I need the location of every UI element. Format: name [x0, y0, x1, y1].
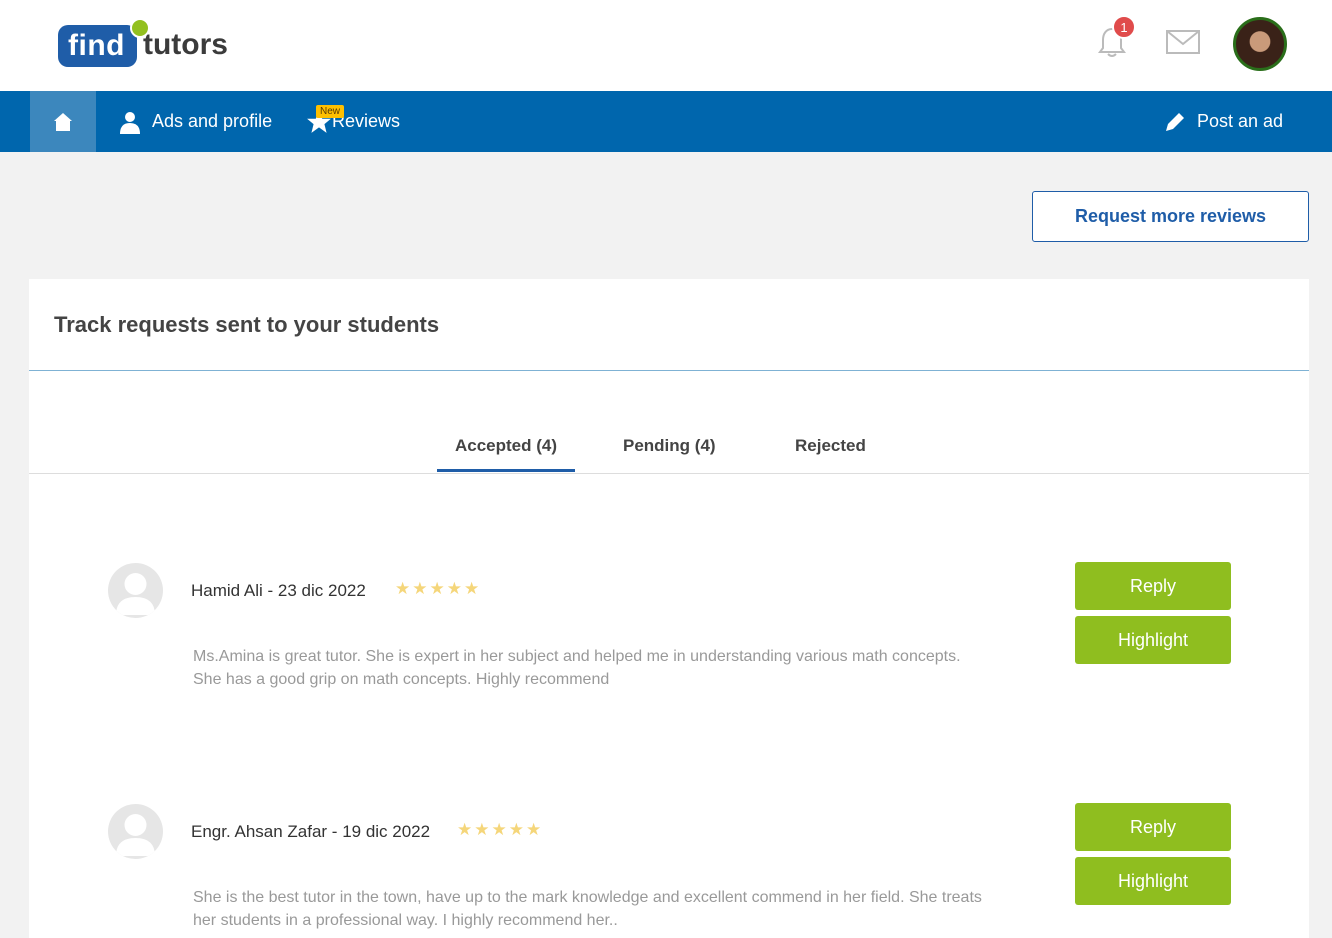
review-text: She is the best tutor in the town, have …	[193, 889, 982, 929]
review-text: Ms.Amina is great tutor. She is expert i…	[193, 648, 961, 688]
person-icon	[120, 111, 140, 134]
reply-button[interactable]: Reply	[1075, 562, 1231, 610]
highlight-button[interactable]: Highlight	[1075, 616, 1231, 664]
post-ad-button[interactable]: Post an ad	[1163, 91, 1283, 152]
track-requests-card: Track requests sent to your students Acc…	[29, 279, 1309, 938]
highlight-button[interactable]: Highlight	[1075, 857, 1231, 905]
nav-home[interactable]	[30, 91, 96, 152]
review-item: Hamid Ali - 23 dic 2022 ★★★★★ Ms.Amina i…	[29, 562, 1309, 723]
new-tag: New	[316, 105, 345, 118]
logo-tutors: tutors	[142, 28, 228, 61]
user-placeholder-icon	[116, 814, 155, 856]
tab-rejected[interactable]: Rejected	[795, 436, 866, 456]
active-tab-indicator	[437, 469, 575, 472]
nav-ads-profile[interactable]: Ads and profile	[118, 91, 272, 152]
reviewer-name-date: Engr. Ahsan Zafar - 19 dic 2022	[191, 822, 431, 841]
request-more-reviews-button[interactable]: Request more reviews	[1032, 191, 1309, 242]
reviewer-name-date: Hamid Ali - 23 dic 2022	[191, 581, 366, 600]
pencil-icon	[1166, 112, 1184, 131]
rating-stars: ★★★★★	[457, 820, 544, 839]
reply-button[interactable]: Reply	[1075, 803, 1231, 851]
tab-pending[interactable]: Pending (4)	[623, 436, 716, 456]
card-title: Track requests sent to your students	[54, 312, 440, 337]
rating-stars: ★★★★★	[395, 579, 482, 598]
user-placeholder-icon	[116, 573, 155, 615]
findtutors-logo[interactable]: find tutors	[58, 16, 228, 68]
logo-dot-icon	[130, 18, 150, 38]
reviewer-avatar	[108, 804, 163, 859]
nav-ads-label: Ads and profile	[152, 111, 273, 131]
top-header: find tutors 1	[0, 0, 1332, 91]
main-nav: Ads and profile Reviews New Post an ad	[0, 91, 1332, 152]
divider	[29, 370, 1309, 371]
notification-badge: 1	[1112, 15, 1136, 39]
nav-reviews[interactable]: Reviews	[306, 91, 400, 152]
review-item: Engr. Ahsan Zafar - 19 dic 2022 ★★★★★ Sh…	[29, 803, 1309, 938]
home-icon	[54, 112, 72, 131]
mail-icon[interactable]	[1166, 30, 1200, 54]
logo-find: find	[58, 25, 137, 67]
post-ad-label: Post an ad	[1197, 111, 1284, 131]
tabs-divider	[29, 473, 1309, 474]
tab-accepted[interactable]: Accepted (4)	[455, 436, 557, 456]
user-avatar[interactable]	[1233, 17, 1287, 71]
reviewer-avatar	[108, 563, 163, 618]
